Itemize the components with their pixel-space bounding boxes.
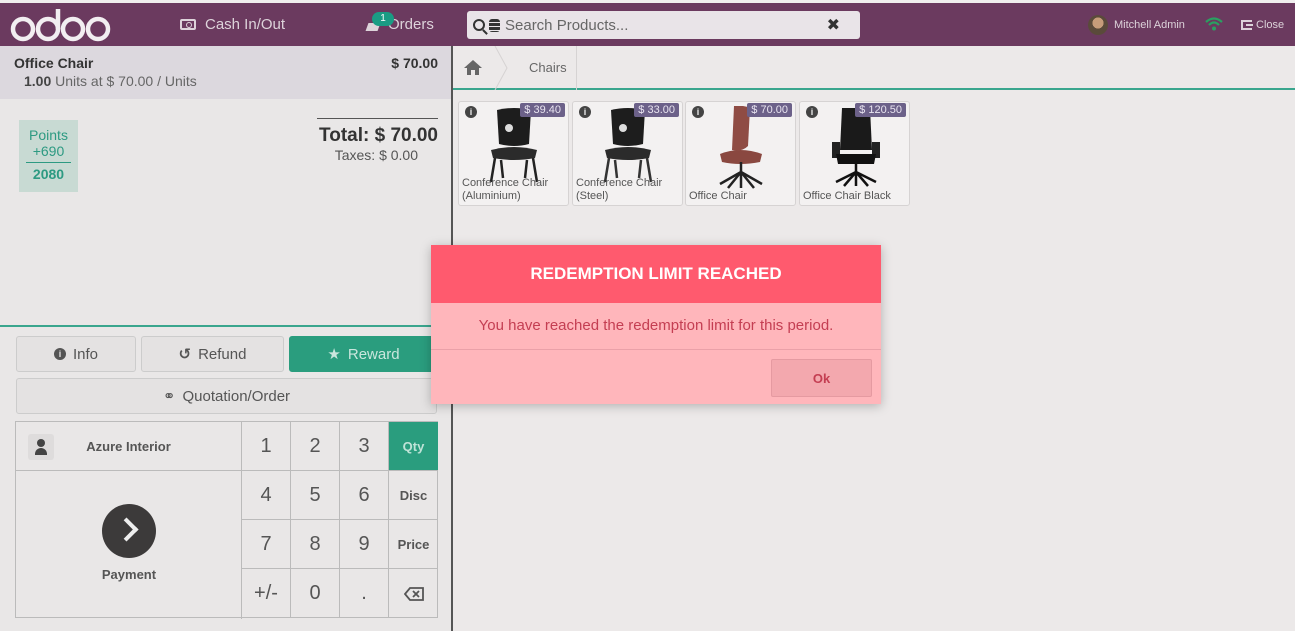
redemption-limit-dialog: REDEMPTION LIMIT REACHED You have reache… bbox=[431, 245, 881, 404]
cash-in-out-label: Cash In/Out bbox=[205, 16, 286, 33]
clear-search-icon[interactable]: ✖ bbox=[827, 15, 840, 35]
dialog-title: REDEMPTION LIMIT REACHED bbox=[431, 245, 881, 303]
user-name: Mitchell Admin bbox=[1114, 18, 1185, 31]
odoo-logo bbox=[10, 9, 111, 42]
wifi-icon bbox=[1205, 17, 1223, 31]
orders-count-badge: 1 bbox=[372, 12, 394, 26]
close-button[interactable]: Close bbox=[1241, 3, 1284, 46]
user-menu[interactable]: Mitchell Admin bbox=[1088, 3, 1185, 46]
money-icon bbox=[180, 19, 196, 30]
top-bar: Cash In/Out Orders 1 ✖ Mitchell Admin Cl… bbox=[0, 3, 1295, 46]
sign-out-icon bbox=[1241, 19, 1253, 30]
product-search[interactable]: ✖ bbox=[467, 11, 860, 39]
search-icon bbox=[473, 19, 485, 31]
close-label: Close bbox=[1256, 18, 1285, 31]
dialog-message: You have reached the redemption limit fo… bbox=[431, 303, 881, 350]
cash-in-out-button[interactable]: Cash In/Out bbox=[180, 3, 285, 46]
avatar bbox=[1088, 14, 1108, 35]
ok-button[interactable]: Ok bbox=[771, 359, 872, 397]
orders-label: Orders bbox=[388, 16, 434, 33]
search-input[interactable] bbox=[503, 15, 823, 35]
database-icon bbox=[489, 18, 500, 32]
